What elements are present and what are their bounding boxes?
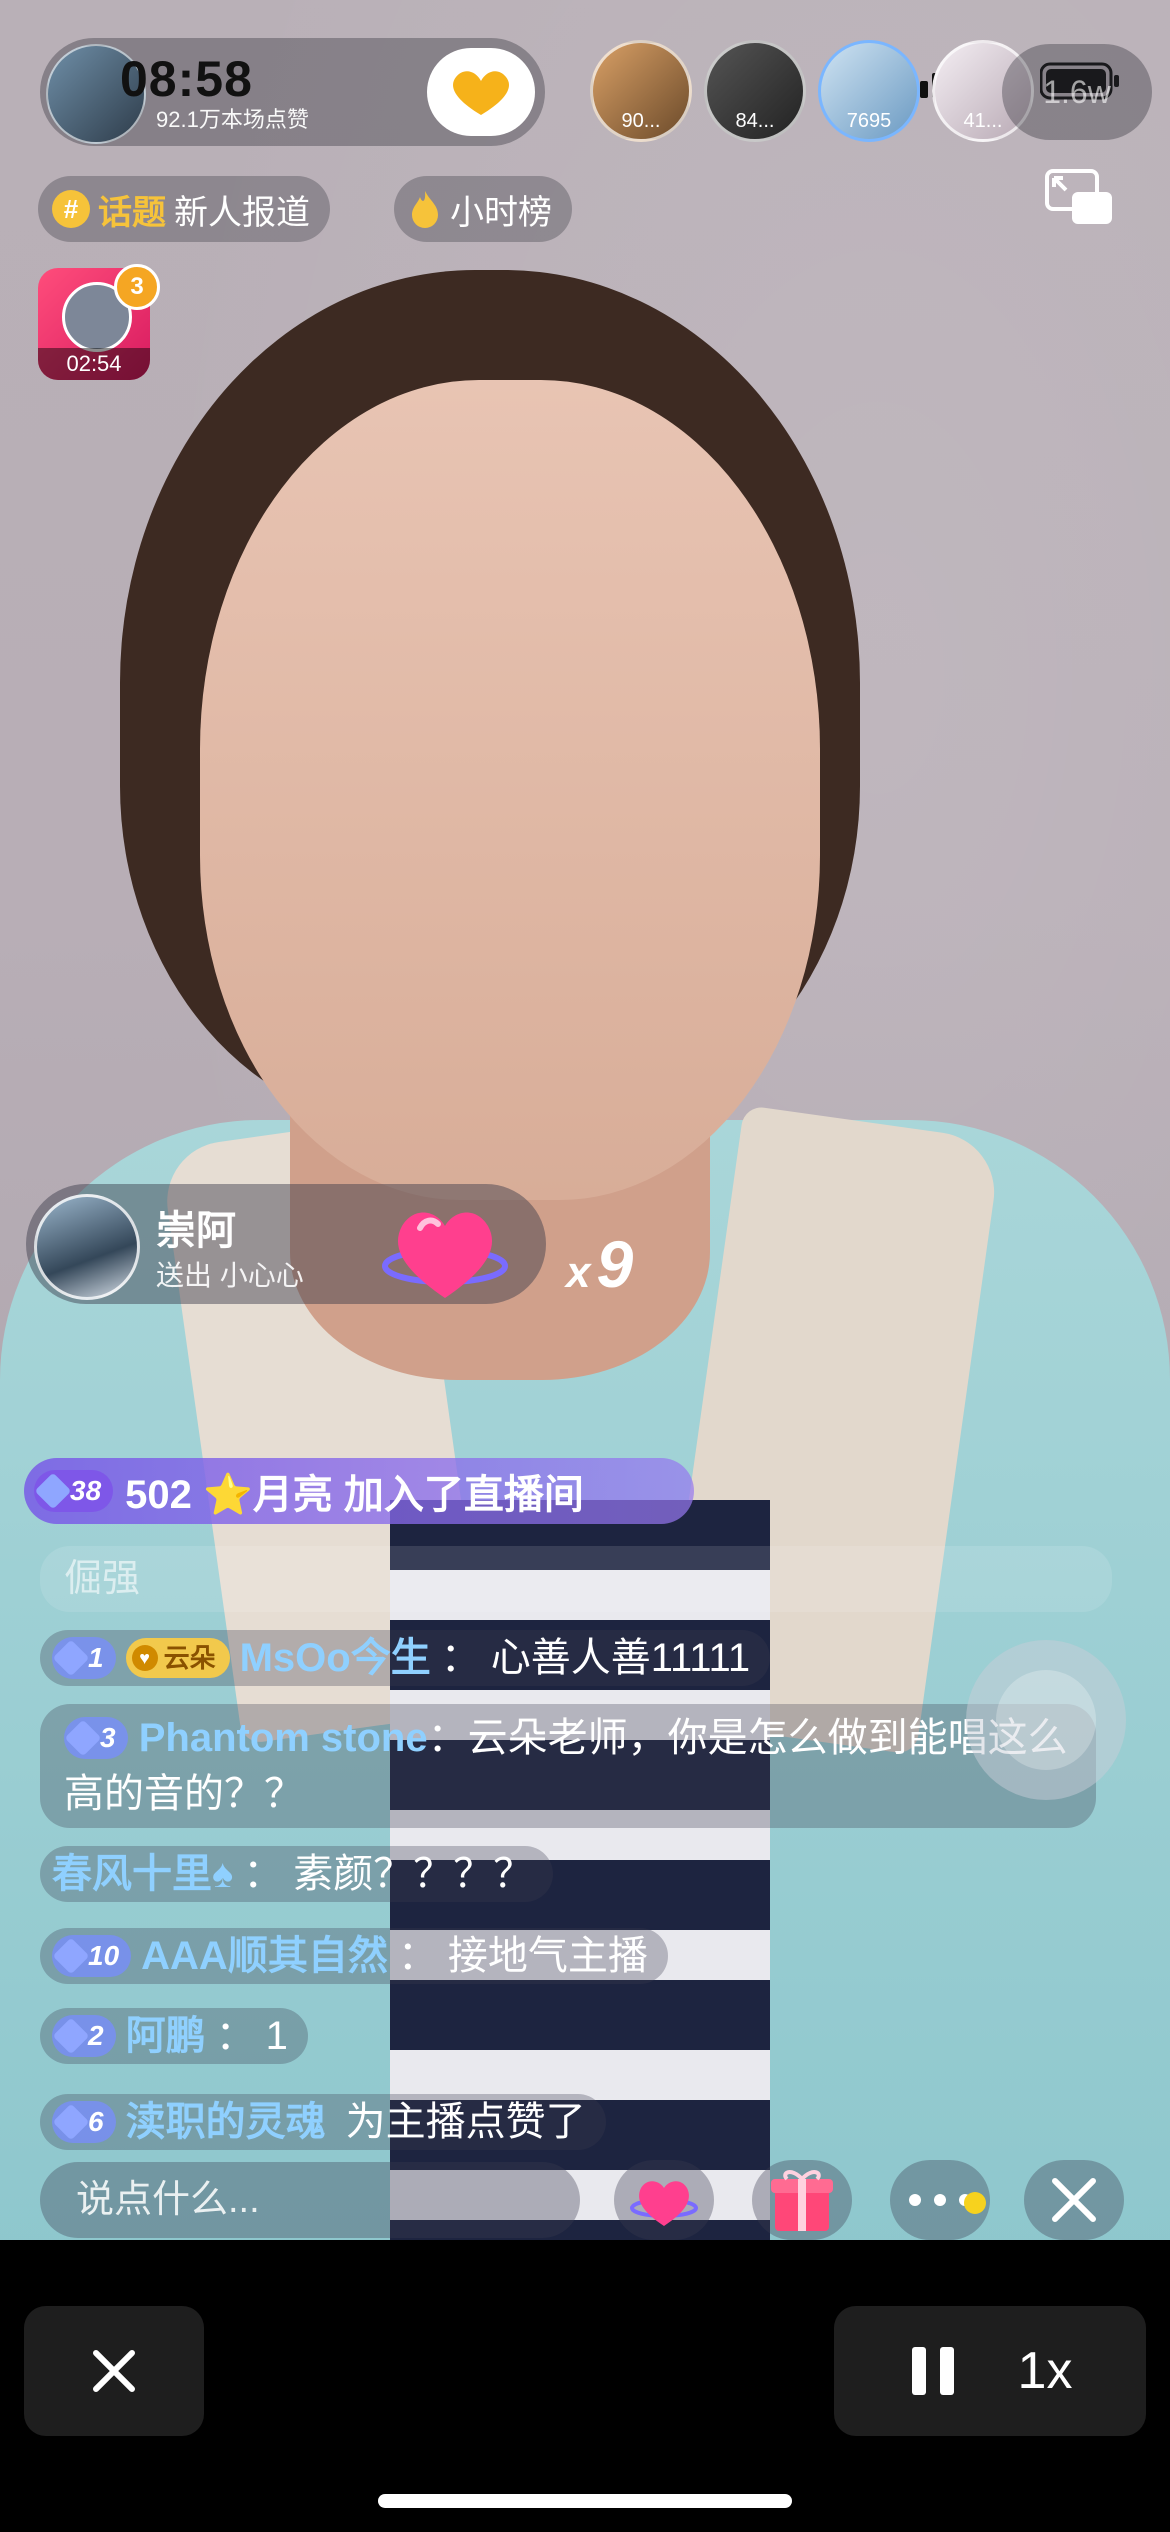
chat-message[interactable]: 6 渎职的灵魂 为主播点赞了 bbox=[40, 2094, 606, 2150]
chat-username[interactable]: 春风十里♠ bbox=[52, 1846, 233, 1902]
chat-separator: ： bbox=[440, 1636, 481, 1680]
flame-icon bbox=[412, 191, 438, 228]
chat-username[interactable]: Phantom stone bbox=[139, 1716, 428, 1760]
exit-live-button[interactable] bbox=[1024, 2160, 1124, 2240]
gift-action: 送出 小心心 bbox=[156, 1260, 304, 1291]
gem-icon bbox=[64, 1719, 102, 1757]
chat-text: 1 bbox=[265, 2014, 288, 2058]
chat-text: 为主播点赞了 bbox=[345, 2100, 586, 2144]
chat-message[interactable]: 3 Phantom stone：云朵老师，你是怎么做到能唱这么高的音的？？ bbox=[40, 1704, 1096, 1828]
more-dots-icon bbox=[909, 2194, 971, 2206]
small-heart-gift-icon bbox=[382, 1212, 508, 1298]
heart-icon bbox=[630, 2181, 698, 2226]
viewer-count[interactable]: 1.6w bbox=[1002, 44, 1152, 140]
close-icon bbox=[1052, 2178, 1096, 2222]
close-icon bbox=[93, 2350, 135, 2392]
gem-icon bbox=[52, 2103, 90, 2141]
viewer-avatar[interactable]: 84... bbox=[704, 40, 806, 142]
user-level-badge: 10 bbox=[52, 1935, 132, 1977]
comment-input[interactable]: 说点什么... bbox=[40, 2162, 580, 2238]
user-level-badge: 38 bbox=[34, 1470, 114, 1512]
user-level-badge: 3 bbox=[64, 1717, 128, 1759]
fan-club-badge: ♥ 云朵 bbox=[125, 1638, 230, 1678]
top-viewers: 90... 84... 7695 41... bbox=[590, 40, 1034, 142]
chat-message[interactable]: 春风十里♠ ： 素颜？？？？ bbox=[40, 1846, 554, 1902]
home-indicator[interactable] bbox=[378, 2494, 792, 2508]
fan-heart-icon: ♥ bbox=[131, 1645, 158, 1671]
gem-icon bbox=[52, 2017, 90, 2055]
playback-controls: 1x bbox=[834, 2306, 1146, 2436]
chat-username[interactable]: AAA顺其自然 bbox=[141, 1928, 388, 1984]
chat-separator: ： bbox=[427, 1716, 468, 1760]
chat-username[interactable]: 阿鹏 bbox=[126, 2008, 206, 2064]
gift-button[interactable] bbox=[752, 2160, 852, 2240]
topic-tag[interactable]: # 话题 新人报道 bbox=[38, 176, 330, 242]
hourly-rank-tag[interactable]: 小时榜 bbox=[394, 176, 572, 242]
live-video[interactable] bbox=[0, 0, 1170, 2240]
chat-message[interactable]: 1 ♥ 云朵 MsOo今生 ： 心善人善11111 bbox=[40, 1630, 771, 1686]
gem-icon bbox=[34, 1472, 72, 1510]
hourly-rank-label: 小时榜 bbox=[450, 193, 552, 232]
topic-value: 新人报道 bbox=[174, 193, 310, 232]
chat-message[interactable]: 10 AAA顺其自然 ： 接地气主播 bbox=[40, 1928, 668, 1984]
chat-username[interactable]: MsOo今生 bbox=[240, 1630, 431, 1686]
close-player-button[interactable] bbox=[24, 2306, 204, 2436]
gem-icon bbox=[52, 1937, 90, 1975]
gift-sender-name: 崇阿 bbox=[156, 1209, 236, 1253]
faded-chat-message: 倔强 bbox=[40, 1546, 1112, 1612]
gift-sender-avatar bbox=[34, 1194, 140, 1300]
chat-username[interactable]: 渎职的灵魂 bbox=[126, 2094, 326, 2150]
gift-box-icon bbox=[771, 2170, 833, 2231]
topic-label: 话题 bbox=[98, 193, 166, 232]
floating-assistive-button[interactable] bbox=[966, 1640, 1126, 1800]
viewer-avatar[interactable]: 90... bbox=[590, 40, 692, 142]
mini-card-badge: 3 bbox=[114, 264, 160, 310]
gem-icon bbox=[52, 1639, 90, 1677]
chat-text: 素颜？？？？ bbox=[293, 1852, 534, 1896]
chat-separator: ： bbox=[215, 2014, 256, 2058]
chat-text: 接地气主播 bbox=[447, 1934, 648, 1978]
hash-icon: # bbox=[52, 190, 90, 228]
pause-icon[interactable] bbox=[908, 2345, 958, 2397]
status-time: 08:58 bbox=[120, 51, 253, 107]
user-joined-banner: 38 502 ⭐月亮 加入了直播间 bbox=[24, 1458, 694, 1524]
user-level-badge: 2 bbox=[52, 2015, 116, 2057]
user-level-badge: 1 bbox=[52, 1637, 116, 1679]
playback-speed[interactable]: 1x bbox=[1018, 2341, 1073, 2401]
chat-text: 心善人善11111 bbox=[490, 1636, 751, 1680]
picture-in-picture-icon[interactable] bbox=[1044, 168, 1116, 228]
joined-text: 502 ⭐月亮 加入了直播间 bbox=[125, 1473, 584, 1517]
chat-separator: ： bbox=[243, 1852, 284, 1896]
like-button[interactable] bbox=[614, 2160, 714, 2240]
notification-dot bbox=[964, 2192, 986, 2214]
mini-card-timer: 02:54 bbox=[38, 348, 150, 380]
gift-combo-count: x9 bbox=[566, 1227, 634, 1301]
person-face bbox=[200, 380, 820, 1200]
user-level-badge: 6 bbox=[52, 2101, 116, 2143]
viewer-avatar[interactable]: 7695 bbox=[818, 40, 920, 142]
chat-message[interactable]: 2 阿鹏 ： 1 bbox=[40, 2008, 308, 2064]
chat-separator: ： bbox=[397, 1934, 438, 1978]
